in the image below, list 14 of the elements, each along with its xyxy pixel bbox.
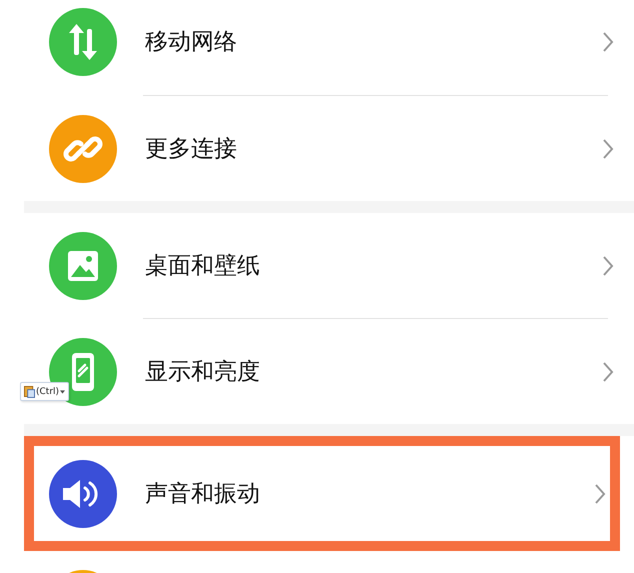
- highlighted-settings-item[interactable]: 声音和振动: [24, 436, 620, 551]
- chevron-icon: [594, 482, 606, 504]
- item-label: 桌面和壁纸: [145, 252, 261, 281]
- item-label: 声音和振动: [145, 480, 261, 509]
- item-label: 移动网络: [145, 28, 238, 57]
- dropdown-icon: [60, 390, 66, 394]
- item-label: 显示和亮度: [145, 358, 261, 387]
- paste-options-button[interactable]: (Ctrl): [20, 382, 70, 401]
- chevron-icon: [602, 30, 614, 52]
- clipboard-icon: [24, 385, 35, 398]
- chevron-icon: [602, 360, 614, 382]
- item-label: 更多连接: [145, 135, 238, 164]
- chevron-icon: [602, 254, 614, 276]
- chevron-icon: [602, 138, 614, 160]
